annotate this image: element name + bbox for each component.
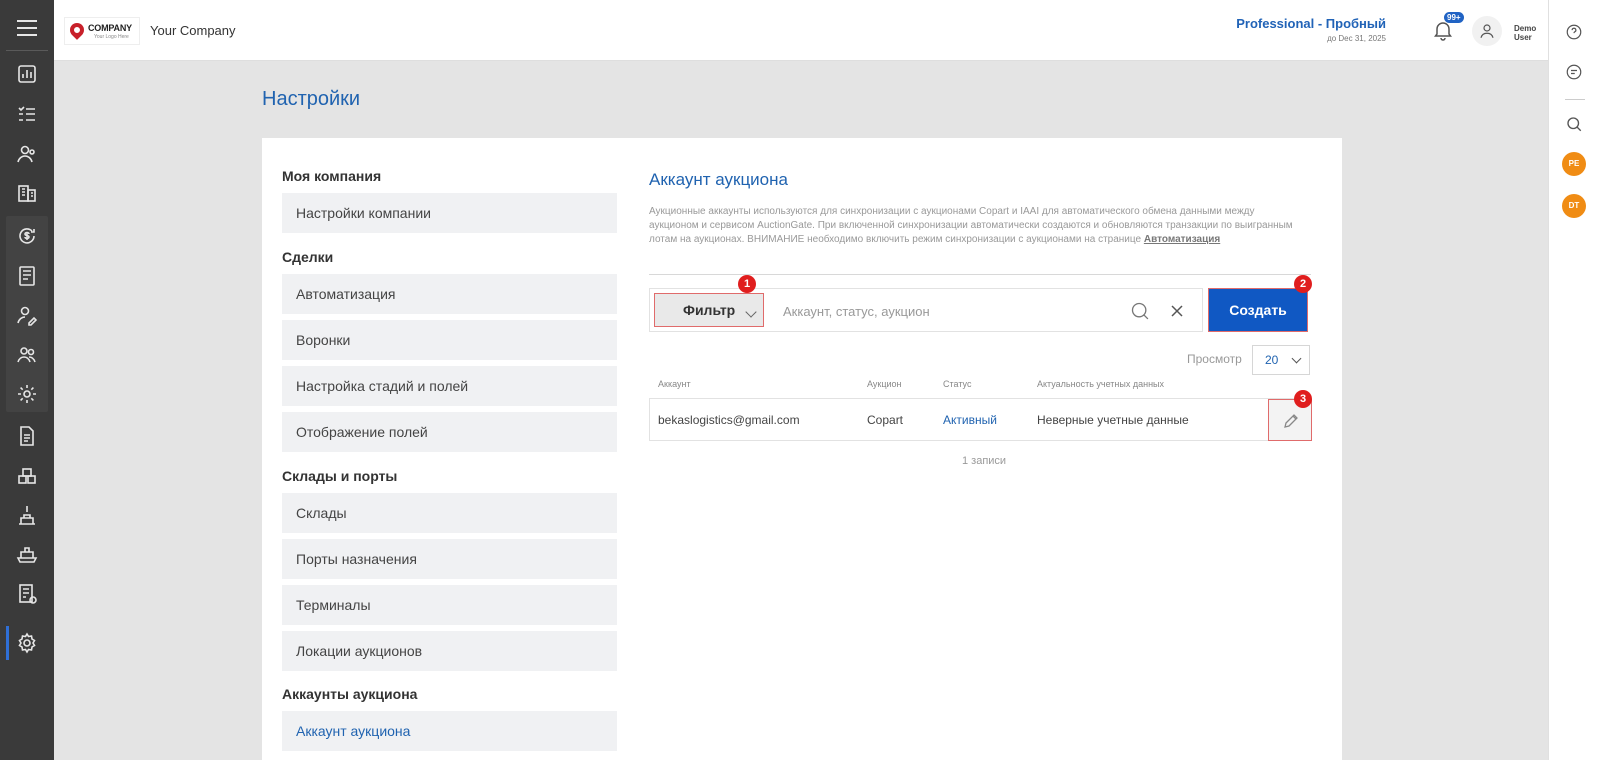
- sidebar-divider: [6, 50, 48, 51]
- avatar-dt[interactable]: DT: [1562, 194, 1586, 218]
- company-name: Your Company: [150, 23, 236, 38]
- rail-divider: [1565, 99, 1585, 100]
- settings-cog-icon[interactable]: [15, 382, 39, 406]
- contacts-icon[interactable]: [15, 142, 39, 166]
- menu-item-company-settings[interactable]: Настройки компании: [282, 193, 617, 233]
- user-first-name: Demo: [1514, 24, 1537, 33]
- records-count: 1 записи: [962, 455, 1007, 467]
- marker-2: 2: [1294, 275, 1312, 293]
- user-edit-icon[interactable]: [15, 303, 39, 327]
- buildings-icon[interactable]: [15, 181, 39, 205]
- cell-account: bekaslogistics@gmail.com: [658, 413, 800, 427]
- search-icon[interactable]: [1130, 301, 1150, 321]
- column-header-status: Статус: [943, 379, 972, 389]
- settings-card: Моя компания Настройки компании Сделки А…: [262, 138, 1342, 760]
- document-icon[interactable]: [15, 264, 39, 288]
- section-description: Аукционные аккаунты используются для син…: [649, 205, 1299, 247]
- table-row[interactable]: bekaslogistics@gmail.com Copart Активный…: [649, 398, 1312, 441]
- menu-item-field-display[interactable]: Отображение полей: [282, 412, 617, 452]
- page-size-select[interactable]: 20: [1252, 345, 1310, 375]
- marker-3: 3: [1294, 390, 1312, 408]
- chat-icon[interactable]: [1565, 63, 1583, 81]
- column-header-auction: Аукцион: [867, 379, 902, 389]
- menu-item-warehouses[interactable]: Склады: [282, 493, 617, 533]
- left-sidebar: [0, 0, 54, 760]
- menu-item-destination-ports[interactable]: Порты назначения: [282, 539, 617, 579]
- chevron-down-icon: [1291, 353, 1302, 364]
- automation-link[interactable]: Автоматизация: [1144, 234, 1220, 245]
- calculator-doc-icon[interactable]: [15, 582, 39, 606]
- menu-section-auction-accounts: Аккаунты аукциона: [282, 686, 418, 702]
- menu-item-automation[interactable]: Автоматизация: [282, 274, 617, 314]
- chevron-down-icon: [745, 306, 757, 318]
- menu-item-auction-locations[interactable]: Локации аукционов: [282, 631, 617, 671]
- top-header: COMPANY Your Logo Here Your Company Prof…: [54, 0, 1548, 61]
- plan-expiry: до Dec 31, 2025: [1327, 34, 1386, 43]
- filter-toolbar: Фильтр: [649, 288, 1203, 332]
- file-icon[interactable]: [15, 424, 39, 448]
- user-avatar[interactable]: [1472, 16, 1502, 46]
- plan-name[interactable]: Professional - Пробный: [1236, 16, 1386, 31]
- menu-section-warehouses-ports: Склады и порты: [282, 468, 398, 484]
- user-last-name: User: [1514, 33, 1532, 42]
- dollar-refresh-icon[interactable]: [15, 224, 39, 248]
- filter-button[interactable]: Фильтр: [654, 293, 764, 327]
- dashboard-icon[interactable]: [15, 62, 39, 86]
- view-label: Просмотр: [1187, 352, 1242, 366]
- gear-icon[interactable]: [15, 631, 39, 655]
- create-button[interactable]: Создать: [1208, 288, 1308, 332]
- cell-auction: Copart: [867, 413, 904, 427]
- filter-label: Фильтр: [683, 302, 736, 318]
- logo-subtext: Your Logo Here: [94, 34, 129, 40]
- crane-icon[interactable]: [15, 503, 39, 527]
- close-icon[interactable]: [1169, 303, 1185, 319]
- warehouse-icon[interactable]: [15, 464, 39, 488]
- avatar-pe[interactable]: PE: [1562, 152, 1586, 176]
- menu-section-deals: Сделки: [282, 249, 334, 265]
- right-rail: PE DT: [1548, 0, 1600, 760]
- checklist-icon[interactable]: [15, 102, 39, 126]
- logo-text: COMPANY: [88, 23, 132, 33]
- section-title: Аккаунт аукциона: [649, 170, 788, 189]
- column-header-account: Аккаунт: [658, 379, 691, 389]
- page-title: Настройки: [262, 88, 361, 110]
- search-icon[interactable]: [1565, 115, 1583, 133]
- search-input[interactable]: [783, 299, 1103, 323]
- cell-credentials: Неверные учетные данные: [1037, 413, 1189, 427]
- page-size-value: 20: [1265, 353, 1279, 367]
- menu-icon[interactable]: [17, 20, 37, 36]
- column-header-credentials: Актуальность учетных данных: [1037, 379, 1165, 389]
- cell-status: Активный: [943, 413, 997, 427]
- active-indicator: [6, 626, 9, 660]
- menu-item-terminals[interactable]: Терминалы: [282, 585, 617, 625]
- menu-item-stages-fields[interactable]: Настройка стадий и полей: [282, 366, 617, 406]
- pencil-icon: [1284, 414, 1298, 428]
- menu-item-auction-account[interactable]: Аккаунт аукциона: [282, 711, 617, 751]
- user-name[interactable]: Demo User: [1514, 24, 1536, 42]
- marker-1: 1: [738, 275, 756, 293]
- menu-section-my-company: Моя компания: [282, 168, 382, 184]
- company-logo[interactable]: COMPANY Your Logo Here: [64, 17, 140, 45]
- menu-item-funnels[interactable]: Воронки: [282, 320, 617, 360]
- notification-badge: 99+: [1444, 12, 1464, 23]
- ship-icon[interactable]: [15, 542, 39, 566]
- users-icon[interactable]: [15, 343, 39, 367]
- help-icon[interactable]: [1565, 23, 1583, 41]
- subscription-plan[interactable]: Professional - Пробный до Dec 31, 2025: [1236, 16, 1386, 43]
